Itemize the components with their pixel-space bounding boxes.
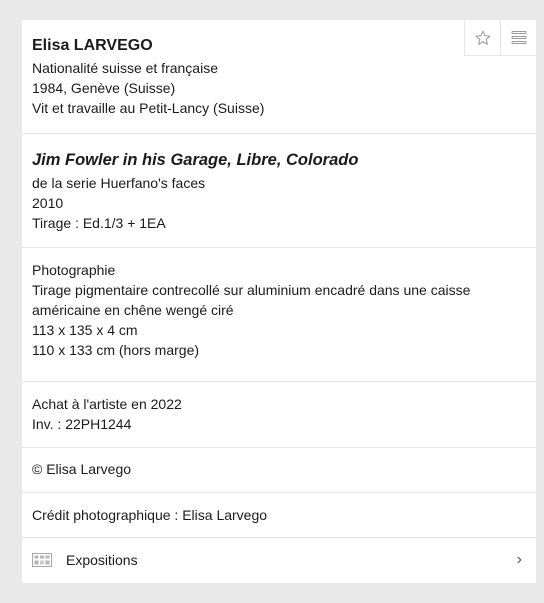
work-edition: Tirage : Ed.1/3 + 1EA (32, 215, 166, 231)
credit-section: Crédit photographique : Elisa Larvego (22, 493, 536, 538)
acquisition-section: Achat à l'artiste en 2022 Inv. : 22PH124… (22, 382, 536, 448)
chevron-right-icon: › (516, 551, 522, 568)
work-series: de la serie Huerfano's faces (32, 175, 206, 191)
work-title: Jim Fowler in his Garage, Libre, Colorad… (32, 151, 359, 169)
exhibition-icon (32, 553, 52, 567)
expositions-link[interactable]: Expositions › (22, 538, 536, 582)
work-dimensions-image: 110 x 133 cm (hors marge) (32, 342, 200, 358)
artist-name: Elisa LARVEGO (32, 37, 153, 54)
work-dimensions-framed: 113 x 135 x 4 cm (32, 322, 138, 338)
work-section: Jim Fowler in his Garage, Libre, Colorad… (22, 134, 536, 248)
inventory-number: Inv. : 22PH1244 (32, 416, 132, 432)
copyright-text: © Elisa Larvego (32, 461, 132, 477)
copyright-section: © Elisa Larvego (22, 448, 536, 493)
work-technique-description: Tirage pigmentaire contrecollé sur alumi… (32, 282, 471, 318)
artist-residence: Vit et travaille au Petit-Lancy (Suisse) (32, 100, 265, 116)
artist-birth: 1984, Genève (Suisse) (32, 80, 176, 96)
acquisition-purchase: Achat à l'artiste en 2022 (32, 396, 182, 412)
photo-credit-text: Crédit photographique : Elisa Larvego (32, 507, 268, 523)
work-year: 2010 (32, 195, 64, 211)
artwork-detail-card: Elisa LARVEGO Nationalité suisse et fran… (22, 20, 536, 583)
technique-section: Photographie Tirage pigmentaire contreco… (22, 248, 536, 382)
expositions-label: Expositions (66, 552, 138, 568)
artist-nationality: Nationalité suisse et française (32, 60, 218, 76)
artist-section: Elisa LARVEGO Nationalité suisse et fran… (22, 20, 536, 134)
work-medium: Photographie (32, 262, 116, 278)
